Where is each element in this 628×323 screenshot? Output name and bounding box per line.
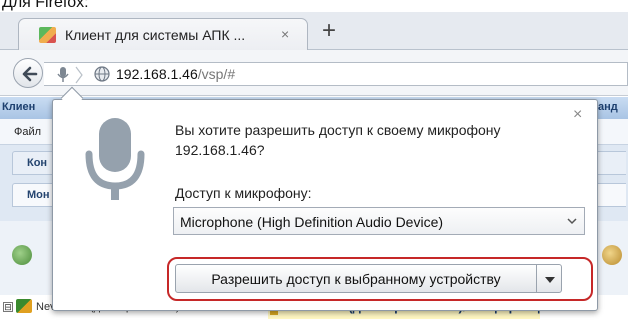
microphone-indicator-icon[interactable] — [54, 65, 88, 85]
tree-collapse-icon[interactable]: ⊟ — [3, 302, 13, 312]
device-label: Доступ к микрофону: — [175, 185, 312, 201]
page-tab-right-2[interactable] — [596, 183, 626, 207]
permission-host: 192.168.1.46? — [175, 142, 265, 158]
allow-access-dropdown-button[interactable] — [536, 264, 562, 293]
caption-text: Для Firefox: — [2, 0, 89, 11]
toolbar-tool-icon-right[interactable] — [602, 245, 622, 265]
allow-access-button[interactable]: Разрешить доступ к выбранному устройству — [175, 264, 537, 293]
browser-tab-bar: Клиент для системы АПК ... × + — [0, 12, 628, 51]
tab-title: Клиент для системы АПК ... — [65, 27, 246, 43]
page-title-left: Клиен — [2, 101, 36, 113]
site-favicon-icon — [39, 27, 56, 43]
page-title-right: анд — [598, 101, 618, 113]
device-select-value: Microphone (High Definition Audio Device… — [180, 214, 444, 230]
popup-close-icon[interactable]: × — [573, 106, 582, 124]
browser-tab[interactable]: Клиент для системы АПК ... × — [18, 18, 308, 51]
new-tab-button[interactable]: + — [322, 19, 336, 43]
url-host: 192.168.1.46 — [116, 66, 198, 82]
navigation-bar: 192.168.1.46/vsp/# — [0, 50, 628, 96]
permission-question: Вы хотите разрешить доступ к своему микр… — [175, 122, 501, 138]
microphone-icon — [85, 118, 145, 200]
page-tab-1-label: Кон — [27, 157, 48, 169]
back-arrow-icon — [22, 66, 38, 82]
tree-node-icon — [16, 299, 32, 313]
page-tab-right-1[interactable] — [596, 151, 626, 175]
back-button[interactable] — [13, 58, 43, 88]
url-path: /vsp/# — [197, 66, 236, 82]
globe-icon — [94, 66, 110, 82]
allow-access-button-label: Разрешить доступ к выбранному устройству — [211, 271, 501, 287]
microphone-permission-popup: × Вы хотите разрешить доступ к своему ми… — [52, 99, 598, 311]
chevron-down-icon — [567, 218, 577, 225]
toolbar-tool-icon[interactable] — [12, 245, 32, 265]
dropdown-arrow-icon — [545, 277, 555, 283]
device-select[interactable]: Microphone (High Definition Audio Device… — [173, 207, 585, 235]
tab-close-icon[interactable]: × — [281, 26, 289, 42]
menu-item-file[interactable]: Файл — [14, 126, 41, 138]
url-text[interactable]: 192.168.1.46/vsp/# — [116, 66, 235, 82]
page-tab-2-label: Мон — [27, 189, 50, 201]
